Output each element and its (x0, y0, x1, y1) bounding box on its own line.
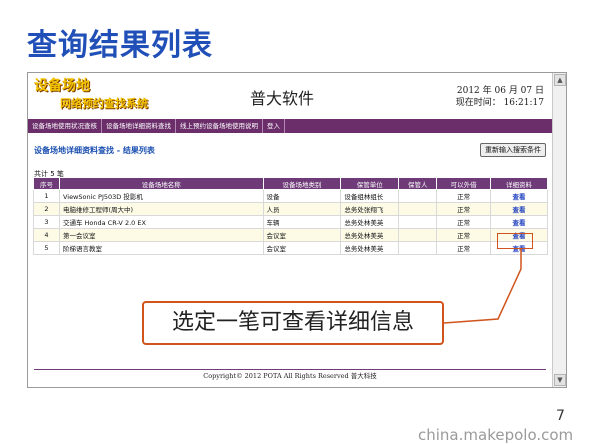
item-name: 第一会议室 (58, 228, 264, 242)
custodian-unit: 总务处张翔飞 (340, 202, 400, 216)
logo-subtitle: 网络预约查找系统 (60, 97, 148, 110)
column-header-lendable: 可以外借 (436, 177, 492, 190)
item-category: 设备 (262, 189, 342, 203)
custodian (398, 241, 438, 255)
column-header-category: 设备场地类别 (262, 177, 342, 190)
custodian-unit: 设备组林组长 (340, 189, 400, 203)
view-detail-link[interactable]: 查看 (513, 193, 526, 201)
table-row[interactable]: 2 电脑维修工程师(周大中) 人员 总务处张翔飞 正常 查看 (33, 202, 548, 216)
table-header-row: 序号 设备场地名称 设备场地类别 保管单位 保管人 可以外借 详细资料 (33, 177, 548, 190)
lendable-status: 正常 (436, 215, 492, 229)
reenter-search-button[interactable]: 重新输入搜索条件 (480, 143, 546, 157)
column-header-keeper: 保管人 (398, 177, 438, 190)
main-nav: 设备场地使用状况查核 设备场地详细资料查找 线上预约设备场地使用说明 登入 (28, 119, 552, 133)
item-name: ViewSonic PJ503D 投影机 (58, 189, 264, 203)
row-number: 3 (33, 215, 60, 229)
lendable-status: 正常 (436, 241, 492, 255)
page-content: 设备场地 网络预约查找系统 普大软件 2012 年 06 月 07 日 现在时间… (28, 73, 552, 387)
table-row[interactable]: 1 ViewSonic PJ503D 投影机 设备 设备组林组长 正常 查看 (33, 189, 548, 203)
vertical-scrollbar[interactable]: ▲ ▼ (552, 73, 566, 387)
callout-line (443, 249, 522, 324)
custodian-unit: 总务处林美英 (340, 228, 400, 242)
row-number: 1 (33, 189, 60, 203)
table-row[interactable]: 4 第一会议室 会议室 总务处林美英 正常 查看 (33, 228, 548, 242)
nav-item-reservation-guide[interactable]: 线上预约设备场地使用说明 (176, 119, 263, 133)
nav-item-usage-status[interactable]: 设备场地使用状况查核 (28, 119, 102, 133)
row-number: 5 (33, 241, 60, 255)
custodian-unit: 总务处林美英 (340, 215, 400, 229)
item-category: 会议室 (262, 228, 342, 242)
current-time: 现在时间： 16:21:17 (455, 98, 544, 108)
logo-title: 设备场地 (34, 78, 90, 94)
item-category: 会议室 (262, 241, 342, 255)
nav-item-login[interactable]: 登入 (263, 119, 285, 133)
lendable-status: 正常 (436, 228, 492, 242)
custodian-unit: 总务处林美英 (340, 241, 400, 255)
annotation-callout: 选定一笔可查看详细信息 (142, 301, 444, 345)
highlighted-view-link-box (497, 233, 533, 249)
table-row[interactable]: 3 交通车 Honda CR-V 2.0 EX 车辆 总务处林美英 正常 查看 (33, 215, 548, 229)
custodian (398, 189, 438, 203)
custodian (398, 215, 438, 229)
app-window: 设备场地 网络预约查找系统 普大软件 2012 年 06 月 07 日 现在时间… (27, 72, 567, 388)
detail-cell: 查看 (490, 189, 548, 203)
item-name: 阶梯语言教室 (58, 241, 264, 255)
scroll-up-arrow-icon[interactable]: ▲ (554, 74, 566, 86)
lendable-status: 正常 (436, 189, 492, 203)
column-header-name: 设备场地名称 (58, 177, 264, 190)
column-header-detail: 详细资料 (490, 177, 548, 190)
page-heading: 设备场地详细资料查找 - 结果列表 (34, 146, 155, 155)
table-row[interactable]: 5 阶梯语言教室 会议室 总务处林美英 正常 查看 (33, 241, 548, 255)
scroll-down-arrow-icon[interactable]: ▼ (554, 374, 566, 386)
detail-cell: 查看 (490, 202, 548, 216)
results-table: 序号 设备场地名称 设备场地类别 保管单位 保管人 可以外借 详细资料 1 Vi… (33, 177, 548, 255)
column-header-unit: 保管单位 (340, 177, 400, 190)
lendable-status: 正常 (436, 202, 492, 216)
row-number: 2 (33, 202, 60, 216)
item-name: 电脑维修工程师(周大中) (58, 202, 264, 216)
custodian (398, 202, 438, 216)
column-header-no: 序号 (33, 177, 60, 190)
copyright-footer: Copyright© 2012 POTA All Rights Reserved… (34, 369, 546, 381)
app-name: 普大软件 (250, 89, 315, 108)
custodian (398, 228, 438, 242)
nav-item-detail-search[interactable]: 设备场地详细资料查找 (102, 119, 176, 133)
watermark: china.makepolo.com (418, 426, 574, 444)
item-category: 人员 (262, 202, 342, 216)
item-category: 车辆 (262, 215, 342, 229)
slide-title: 查询结果列表 (27, 28, 213, 63)
slide-page-number: 7 (556, 408, 565, 424)
view-detail-link[interactable]: 查看 (513, 219, 526, 227)
detail-cell: 查看 (490, 215, 548, 229)
item-name: 交通车 Honda CR-V 2.0 EX (58, 215, 264, 229)
app-header: 设备场地 网络预约查找系统 普大软件 2012 年 06 月 07 日 现在时间… (28, 73, 552, 115)
row-number: 4 (33, 228, 60, 242)
view-detail-link[interactable]: 查看 (513, 206, 526, 214)
